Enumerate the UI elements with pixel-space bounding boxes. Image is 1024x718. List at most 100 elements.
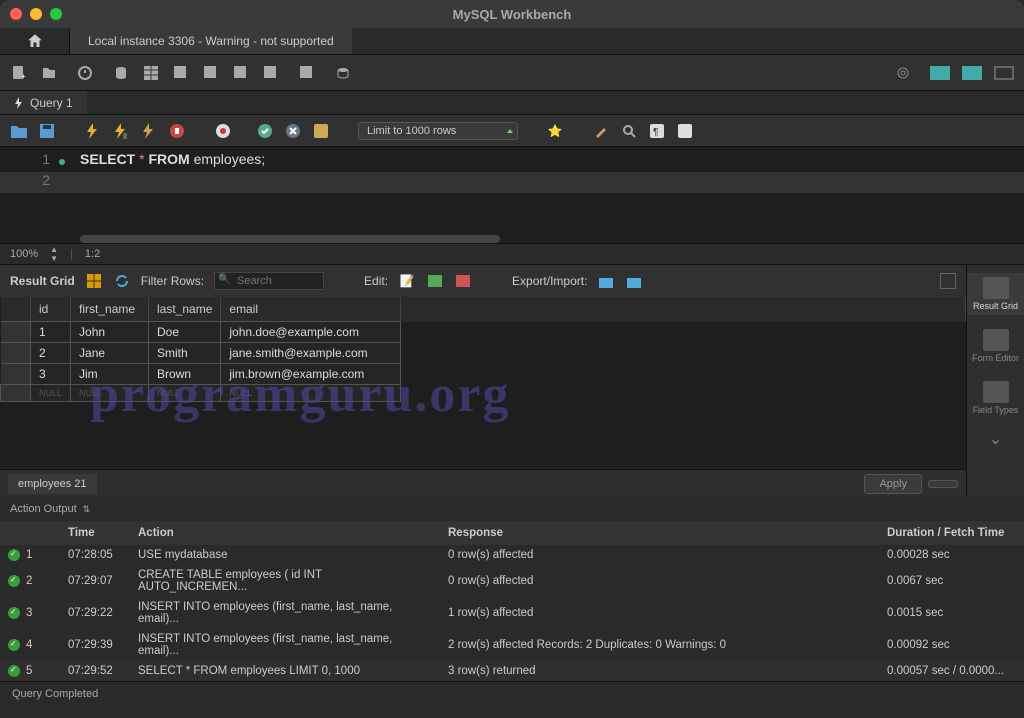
open-file-icon[interactable] (10, 122, 28, 140)
row-marker-header (1, 297, 31, 322)
wrap-cell-icon[interactable] (940, 273, 956, 289)
stop-icon[interactable] (168, 122, 186, 140)
chevron-down-icon[interactable]: ⌄ (989, 429, 1002, 449)
lightning-icon (14, 97, 24, 109)
svg-text:+: + (21, 72, 26, 81)
view-icon[interactable] (202, 64, 220, 82)
col-spacer (401, 297, 966, 322)
status-text: Query Completed (12, 688, 98, 700)
export-label: Export/Import: (512, 274, 587, 288)
svg-text:¶: ¶ (653, 127, 658, 138)
edit-label: Edit: (364, 274, 388, 288)
results-side-panel: ▶ Result Grid Form Editor Field Types ⌄ (966, 265, 1024, 497)
close-window-button[interactable] (10, 8, 22, 20)
find-icon[interactable] (620, 122, 638, 140)
limit-rows-select[interactable]: Limit to 1000 rows (358, 122, 518, 140)
func-icon[interactable] (262, 64, 280, 82)
output-row[interactable]: 407:29:39INSERT INTO employees (first_na… (0, 629, 1024, 661)
panel-left-icon[interactable] (930, 66, 950, 80)
editor-statusbar: 100% ▲▼ | 1:2 (0, 243, 1024, 265)
col-header[interactable]: id (31, 297, 71, 322)
out-col-time[interactable]: Time (60, 521, 130, 545)
col-header[interactable]: email (221, 297, 401, 322)
editor-scrollbar[interactable] (80, 235, 500, 243)
side-field-types[interactable]: Field Types (967, 377, 1024, 419)
table-row[interactable]: 2JaneSmithjane.smith@example.com (1, 343, 966, 364)
execute-current-icon[interactable] (112, 122, 130, 140)
query-tab[interactable]: Query 1 (0, 91, 87, 114)
line-number: 1 (0, 151, 60, 172)
rollback-icon[interactable] (284, 122, 302, 140)
results-label: Result Grid (10, 274, 75, 288)
result-tab[interactable]: employees 21 (8, 474, 97, 494)
side-result-grid[interactable]: Result Grid (967, 273, 1024, 315)
search-table-icon[interactable] (298, 64, 316, 82)
brush-icon[interactable] (592, 122, 610, 140)
out-col-duration[interactable]: Duration / Fetch Time (879, 521, 1024, 545)
refresh-icon[interactable] (113, 272, 131, 290)
titlebar: MySQL Workbench (0, 0, 1024, 28)
db-icon[interactable] (112, 64, 130, 82)
connection-tab[interactable]: Local instance 3306 - Warning - not supp… (70, 28, 352, 54)
col-header[interactable]: first_name (71, 297, 149, 322)
delete-row-icon[interactable] (454, 272, 472, 290)
home-button[interactable] (0, 28, 70, 54)
table-row[interactable]: 1JohnDoejohn.doe@example.com (1, 322, 966, 343)
output-row[interactable]: 307:29:22INSERT INTO employees (first_na… (0, 597, 1024, 629)
output-row[interactable]: 107:28:05USE mydatabase0 row(s) affected… (0, 545, 1024, 565)
maximize-window-button[interactable] (50, 8, 62, 20)
open-sql-icon[interactable] (40, 64, 58, 82)
output-row[interactable]: 507:29:52SELECT * FROM employees LIMIT 0… (0, 661, 1024, 681)
editor-line (60, 172, 1024, 193)
autocommit-icon[interactable] (312, 122, 330, 140)
side-form-editor[interactable]: Form Editor (967, 325, 1024, 367)
out-col-action[interactable]: Action (130, 521, 440, 545)
noexec-icon[interactable] (214, 122, 232, 140)
settings-icon[interactable] (894, 64, 912, 82)
table-row[interactable]: 3JimBrownjim.brown@example.com (1, 364, 966, 385)
statusbar: Query Completed (0, 681, 1024, 705)
cursor-position: 1:2 (85, 248, 100, 260)
inspector-icon[interactable] (76, 64, 94, 82)
out-col-response[interactable]: Response (440, 521, 879, 545)
query-toolbar: Limit to 1000 rows ⭐ ¶ (0, 115, 1024, 147)
proc-icon[interactable] (232, 64, 250, 82)
connection-tabs: Local instance 3306 - Warning - not supp… (0, 28, 1024, 55)
main-toolbar: + (0, 55, 1024, 91)
home-icon (26, 32, 44, 50)
save-icon[interactable] (38, 122, 56, 140)
editor-line: SELECT * FROM employees; (60, 151, 1024, 172)
new-sql-tab-icon[interactable]: + (10, 64, 28, 82)
add-table-icon[interactable] (172, 64, 190, 82)
panel-right-icon[interactable] (994, 66, 1014, 80)
output-row[interactable]: 207:29:07CREATE TABLE employees ( id INT… (0, 565, 1024, 597)
commit-icon[interactable] (256, 122, 274, 140)
apply-button[interactable]: Apply (864, 474, 922, 494)
filter-input[interactable] (214, 272, 324, 290)
result-grid[interactable]: id first_name last_name email 1JohnDoejo… (0, 297, 966, 469)
grid-view-icon[interactable] (85, 272, 103, 290)
execute-icon[interactable] (84, 122, 102, 140)
add-row-icon[interactable] (426, 272, 444, 290)
import-icon[interactable] (625, 272, 643, 290)
sql-editor[interactable]: 1 SELECT * FROM employees; 2 (0, 147, 1024, 243)
table-icon[interactable] (142, 64, 160, 82)
reconnect-icon[interactable] (334, 64, 352, 82)
null-row[interactable]: NULLNULLNULLNULL (1, 385, 966, 402)
output-type-select[interactable]: Action Output (10, 503, 77, 515)
revert-button[interactable] (928, 480, 958, 488)
query-tabs: Query 1 (0, 91, 1024, 115)
beautify-icon[interactable]: ⭐ (546, 122, 564, 140)
window-title: MySQL Workbench (453, 7, 572, 22)
panel-bottom-icon[interactable] (962, 66, 982, 80)
out-col-status (0, 521, 60, 545)
wrap-icon[interactable] (676, 122, 694, 140)
minimize-window-button[interactable] (30, 8, 42, 20)
col-header[interactable]: last_name (149, 297, 221, 322)
line-number: 2 (0, 172, 60, 193)
edit-row-icon[interactable]: 📝 (398, 272, 416, 290)
explain-icon[interactable] (140, 122, 158, 140)
export-icon[interactable] (597, 272, 615, 290)
invisible-icon[interactable]: ¶ (648, 122, 666, 140)
zoom-level[interactable]: 100% (10, 248, 38, 260)
